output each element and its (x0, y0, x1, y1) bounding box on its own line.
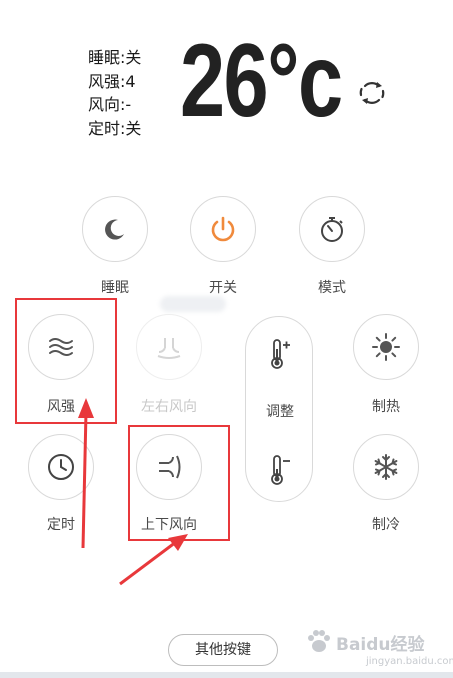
more-keys-button[interactable]: 其他按键 (168, 634, 278, 666)
arrow-diagonal (119, 534, 188, 586)
arrow-up (78, 398, 94, 549)
watermark-url: jingyan.baidu.com (366, 656, 453, 667)
remote-control-screen: 睡眠:关 风强:4 风向:- 定时:关 26°c 睡眠 开关 模式 风强 左右风… (0, 0, 453, 678)
baidu-watermark: Baidu经验 jingyan.baidu.com (300, 622, 453, 676)
annotation-arrows (78, 398, 188, 586)
bottom-bar (0, 672, 453, 678)
watermark-brand: Baidu经验 (336, 635, 425, 655)
paw-icon (308, 630, 330, 652)
